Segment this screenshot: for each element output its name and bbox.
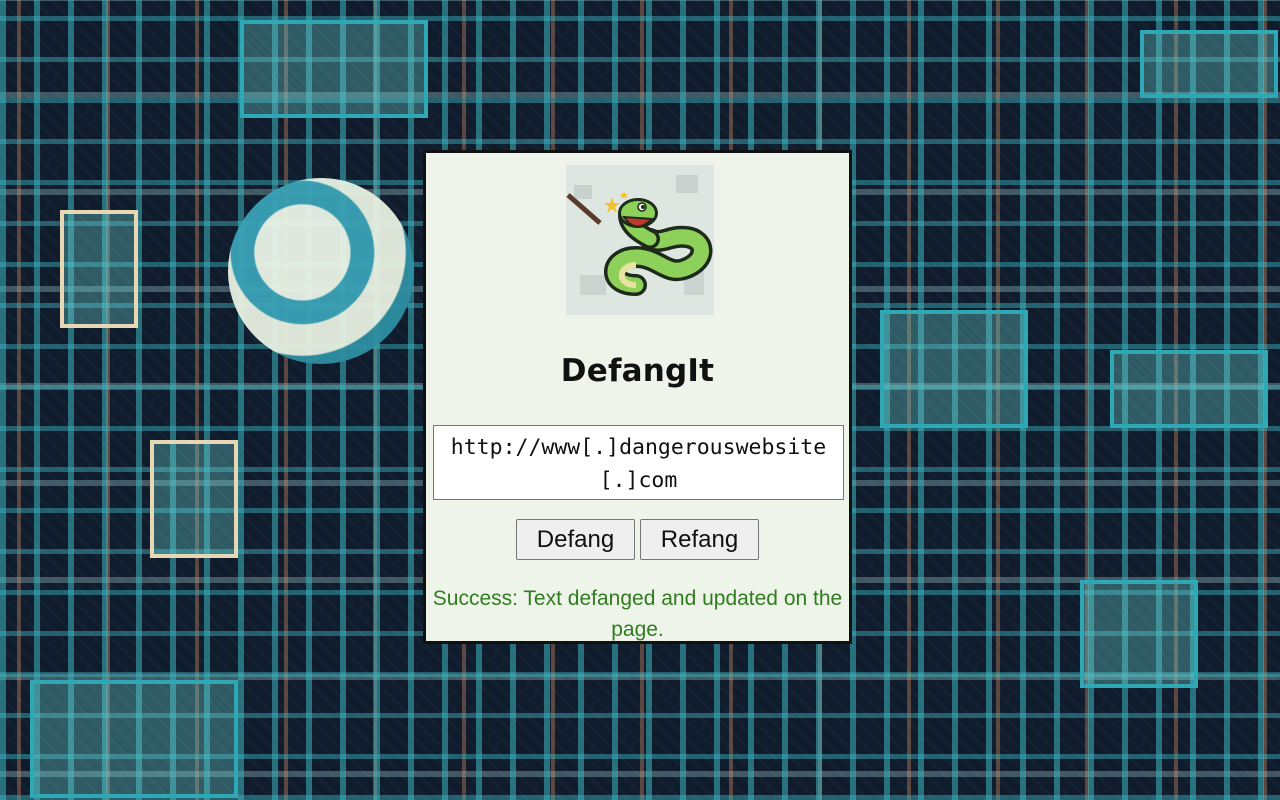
background-tile	[1110, 350, 1268, 428]
background-tile	[60, 210, 138, 328]
background-tile	[1080, 580, 1198, 688]
defangit-popup: DefangIt http://www[.]dangerouswebsite[.…	[423, 150, 852, 644]
background-tile	[240, 20, 428, 118]
status-message: Success: Text defanged and updated on th…	[432, 587, 843, 641]
text-editor-field[interactable]: http://www[.]dangerouswebsite[.]com	[433, 425, 844, 500]
snake-with-magic-wand-icon	[566, 165, 714, 315]
app-title: DefangIt	[560, 353, 715, 389]
text-input[interactable]: http://www[.]dangerouswebsite[.]com	[434, 426, 843, 499]
globe-icon	[228, 178, 414, 364]
refang-button[interactable]: Refang	[640, 519, 759, 560]
background-tile	[30, 680, 238, 798]
app-logo	[566, 165, 714, 315]
background-tile	[150, 440, 238, 558]
defang-button[interactable]: Defang	[516, 519, 635, 560]
background-tile	[880, 310, 1028, 428]
background-tile	[1140, 30, 1278, 98]
